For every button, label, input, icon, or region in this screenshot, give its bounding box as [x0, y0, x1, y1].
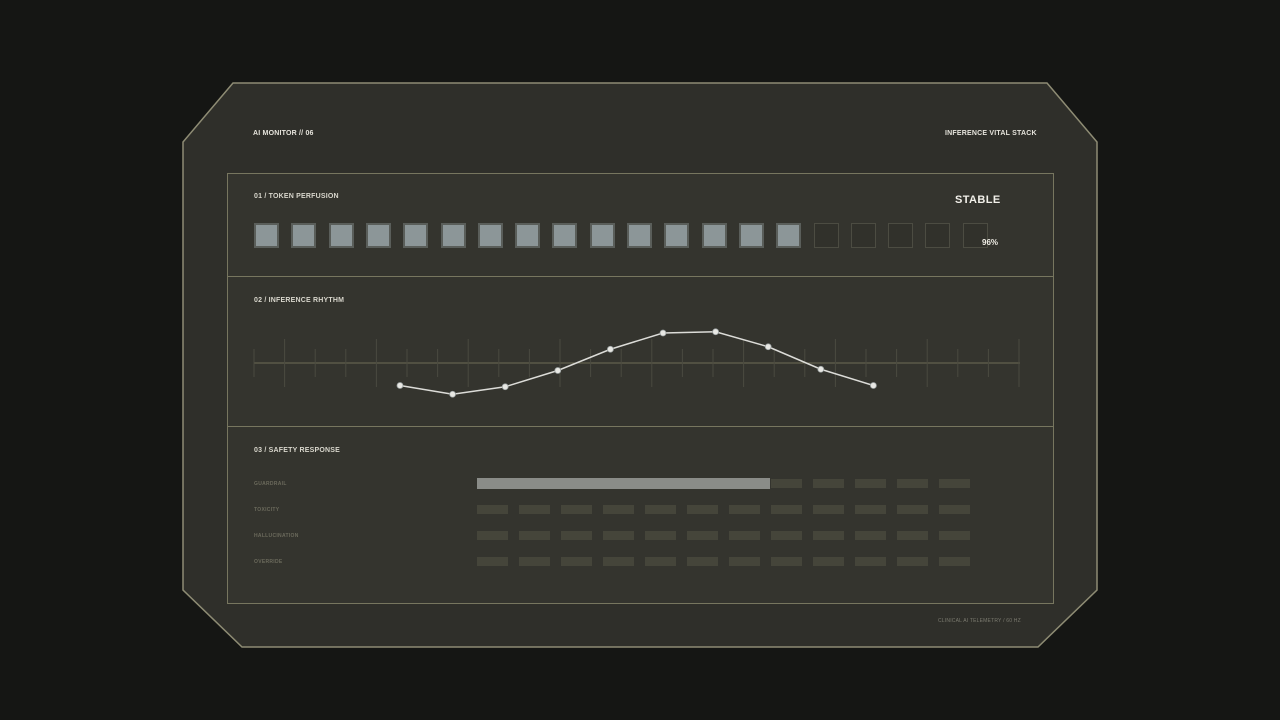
- safety-segment: [813, 479, 844, 488]
- safety-segment: [603, 557, 634, 566]
- status-badge: STABLE: [955, 194, 1001, 206]
- token-cell-filled: [701, 223, 727, 248]
- safety-segment: [687, 531, 718, 540]
- safety-segment: [813, 557, 844, 566]
- token-cell-filled: [477, 223, 503, 248]
- safety-segment: [519, 505, 550, 514]
- rhythm-point: [606, 345, 614, 353]
- safety-segment: [855, 479, 886, 488]
- safety-segment: [561, 505, 592, 514]
- safety-response-title: 03 / SAFETY RESPONSE: [254, 447, 340, 454]
- rhythm-point: [554, 367, 562, 374]
- footer-label: CLINICAL AI TELEMETRY / 60 HZ: [938, 618, 1021, 624]
- safety-segment: [939, 531, 970, 540]
- safety-segment: [645, 505, 676, 514]
- rhythm-point: [764, 343, 772, 351]
- token-cell-filled: [291, 223, 317, 248]
- safety-segment: [687, 557, 718, 566]
- safety-segment: [771, 505, 802, 514]
- safety-segment: [855, 531, 886, 540]
- safety-row-label: OVERRIDE: [254, 559, 283, 565]
- token-cell-filled: [664, 223, 690, 248]
- safety-segment: [519, 531, 550, 540]
- safety-segment: [477, 557, 508, 566]
- monitor-stage: AI MONITOR // 06 INFERENCE VITAL STACK 0…: [0, 0, 1280, 720]
- rhythm-point: [501, 383, 509, 391]
- safety-segment: [645, 557, 676, 566]
- token-cell-filled: [627, 223, 652, 248]
- safety-segment: [519, 557, 550, 566]
- safety-segment: [603, 505, 634, 514]
- safety-response-panel: 03 / SAFETY RESPONSE GUARDRAIL TOXICITY HA…: [227, 426, 1054, 604]
- safety-segment: [855, 557, 886, 566]
- safety-segment: [813, 505, 844, 514]
- token-cell-filled: [776, 223, 802, 248]
- token-cell-filled: [552, 223, 578, 248]
- safety-segment: [729, 531, 760, 540]
- token-cell-filled: [365, 223, 391, 248]
- token-cell-empty: [925, 223, 951, 248]
- token-perfusion-panel: 01 / TOKEN PERFUSION STABLE 96%: [227, 173, 1054, 277]
- safety-segment: [939, 505, 970, 514]
- token-cell-empty: [888, 223, 914, 248]
- safety-segment: [729, 505, 760, 514]
- safety-segment: [855, 505, 886, 514]
- rhythm-point: [817, 365, 825, 373]
- percent-label: 96%: [982, 238, 999, 247]
- safety-segment: [897, 557, 928, 566]
- safety-segment: [771, 557, 802, 566]
- safety-segment: [813, 531, 844, 540]
- token-cell-filled: [403, 223, 429, 248]
- rhythm-point: [712, 328, 720, 336]
- token-cell-filled: [738, 223, 764, 248]
- safety-row-label: HALLUCINATION: [254, 533, 299, 539]
- token-cell-filled: [589, 223, 615, 248]
- header-right-label: INFERENCE VITAL STACK: [945, 130, 1037, 137]
- token-cell-filled: [254, 223, 279, 248]
- safety-segment: [603, 531, 634, 540]
- rhythm-point: [659, 329, 667, 337]
- safety-segment: [771, 531, 802, 540]
- safety-segment: [561, 557, 592, 566]
- safety-level-bar: [477, 478, 771, 489]
- safety-segment: [939, 479, 970, 488]
- safety-segment: [477, 531, 508, 540]
- rhythm-point: [870, 382, 877, 389]
- rhythm-point: [396, 382, 404, 389]
- safety-segment: [729, 557, 760, 566]
- safety-segment: [561, 531, 592, 540]
- safety-segment: [939, 557, 970, 566]
- safety-row-label: TOXICITY: [254, 507, 280, 513]
- safety-segment: [645, 531, 676, 540]
- safety-row-label: GUARDRAIL: [254, 481, 287, 487]
- token-cell-empty: [850, 223, 876, 248]
- rhythm-point: [449, 390, 457, 398]
- token-cell-filled: [515, 223, 541, 248]
- token-cell-filled: [440, 223, 466, 248]
- header-left-label: AI MONITOR // 06: [253, 130, 314, 137]
- token-cell-empty: [813, 223, 839, 248]
- safety-segment: [897, 531, 928, 540]
- safety-segment: [897, 479, 928, 488]
- safety-segment: [687, 505, 718, 514]
- token-perfusion-title: 01 / TOKEN PERFUSION: [254, 193, 339, 200]
- inference-rhythm-chart: [253, 328, 1020, 398]
- safety-segment: [897, 505, 928, 514]
- token-cell-filled: [328, 223, 354, 248]
- safety-segment: [477, 505, 508, 514]
- safety-segment: [771, 479, 802, 488]
